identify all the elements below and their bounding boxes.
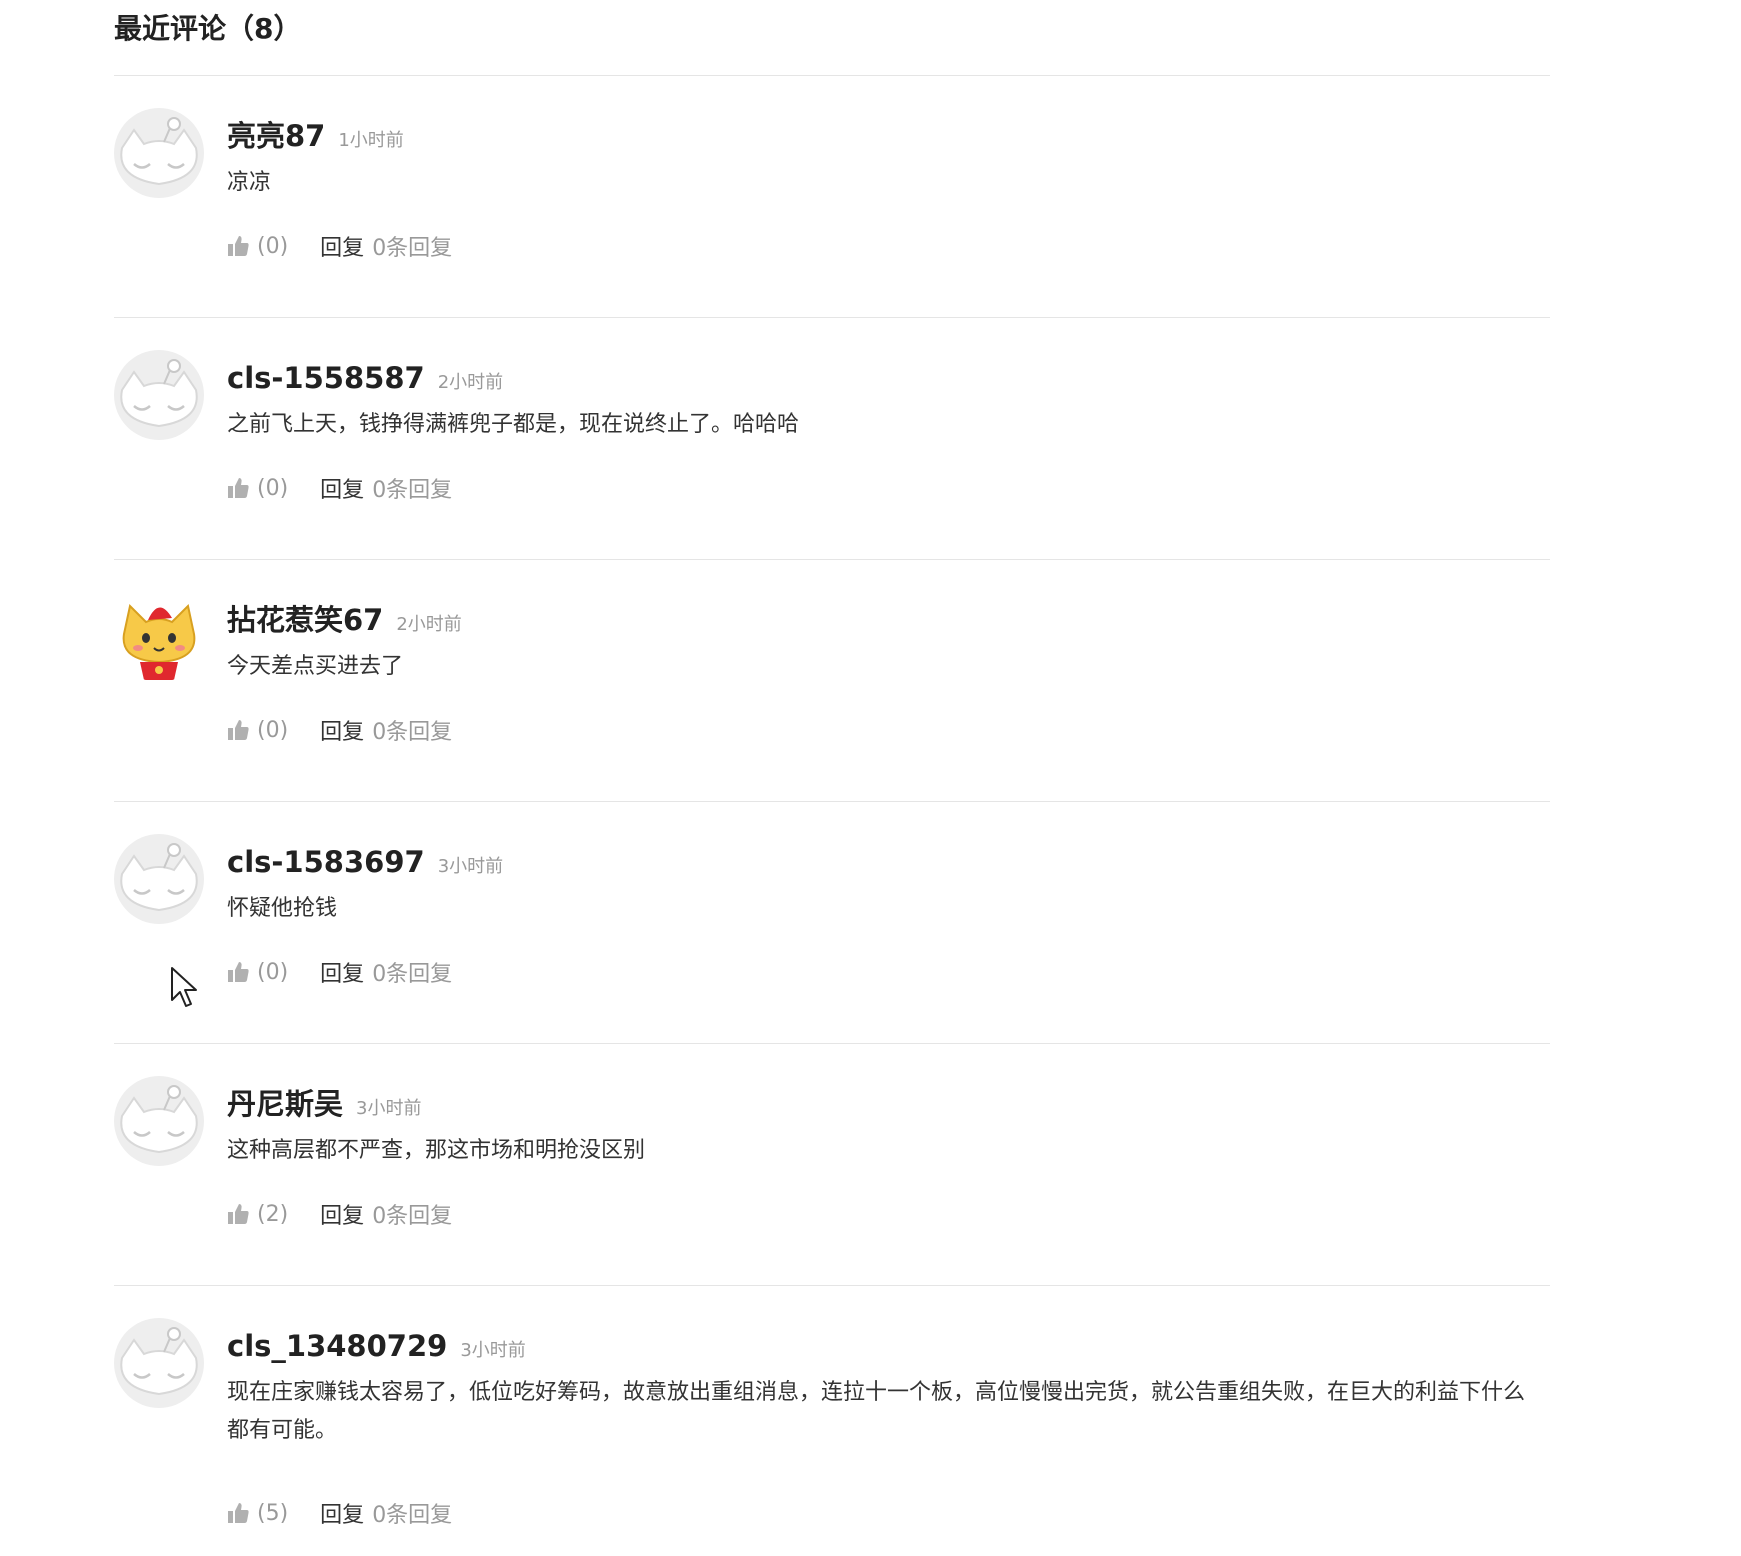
- like-count: (0): [257, 233, 289, 259]
- comment-time: 3小时前: [356, 1098, 422, 1119]
- comment-item: cls_13480729 3小时前 现在庄家赚钱太容易了，低位吃好筹码，故意放出…: [114, 1286, 1550, 1556]
- comment-time: 2小时前: [437, 372, 504, 393]
- thumbs-up-icon: [228, 962, 249, 982]
- like-count: (2): [257, 1201, 289, 1227]
- like-button[interactable]: (0): [227, 476, 288, 501]
- reply-button[interactable]: 回复: [320, 1497, 364, 1529]
- comment-username[interactable]: 丹尼斯吴: [227, 1084, 343, 1124]
- comment-body: 丹尼斯吴 3小时前 这种高层都不严查，那这市场和明抢没区别: [227, 1084, 1550, 1170]
- like-button[interactable]: (2): [227, 1202, 288, 1227]
- thumbs-up-icon: [228, 1204, 249, 1224]
- comment-text: 这种高层都不严查，那这市场和明抢没区别: [227, 1138, 646, 1163]
- like-count: (0): [257, 959, 289, 985]
- comment-username[interactable]: cls-1583697: [227, 842, 425, 882]
- like-button[interactable]: (0): [227, 718, 288, 743]
- comment-actions: (0) 回复 0条回复: [227, 957, 452, 987]
- reply-button[interactable]: 回复: [320, 714, 364, 746]
- comment-actions: (2) 回复 0条回复: [227, 1199, 452, 1229]
- comments-section: 最近评论（8） 亮亮87 1小时前 凉凉 (0) 回复 0条回复 cls-155…: [114, 0, 1550, 1556]
- section-title: 最近评论（8）: [114, 12, 302, 45]
- thumbs-up-icon: [228, 478, 249, 498]
- default-cat-avatar-icon[interactable]: [114, 350, 204, 440]
- comment-item: 丹尼斯吴 3小时前 这种高层都不严查，那这市场和明抢没区别 (2) 回复 0条回…: [114, 1044, 1550, 1286]
- comment-time: 2小时前: [396, 614, 462, 635]
- reply-button[interactable]: 回复: [320, 472, 364, 504]
- comment-header: 亮亮87 1小时前: [227, 116, 1550, 156]
- comment-actions: (0) 回复 0条回复: [227, 231, 452, 261]
- comment-header: 拈花惹笑67 2小时前: [227, 600, 1550, 640]
- comment-body: 拈花惹笑67 2小时前 今天差点买进去了: [227, 600, 1550, 686]
- comment-text: 之前飞上天，钱挣得满裤兜子都是，现在说终止了。哈哈哈: [227, 412, 800, 437]
- comment-header: cls_13480729 3小时前: [227, 1326, 1550, 1366]
- comment-username[interactable]: 亮亮87: [227, 116, 325, 156]
- comment-actions: (5) 回复 0条回复: [227, 1498, 452, 1528]
- comment-text: 今天差点买进去了: [227, 654, 404, 679]
- comment-time: 3小时前: [460, 1340, 526, 1361]
- mouse-pointer-icon: [170, 966, 200, 1012]
- comment-time: 3小时前: [437, 856, 504, 877]
- comment-item: 亮亮87 1小时前 凉凉 (0) 回复 0条回复: [114, 76, 1550, 318]
- reply-button[interactable]: 回复: [320, 230, 364, 262]
- comment-header: cls-1558587 2小时前: [227, 358, 1550, 398]
- comment-actions: (0) 回复 0条回复: [227, 715, 452, 745]
- comment-body: cls-1558587 2小时前 之前飞上天，钱挣得满裤兜子都是，现在说终止了。…: [227, 358, 1550, 444]
- thumbs-up-icon: [228, 1503, 249, 1523]
- reply-count-link[interactable]: 0条回复: [372, 472, 452, 504]
- default-cat-avatar-icon[interactable]: [114, 1318, 204, 1408]
- comment-username[interactable]: 拈花惹笑67: [227, 600, 383, 640]
- comment-body: cls_13480729 3小时前 现在庄家赚钱太容易了，低位吃好筹码，故意放出…: [227, 1326, 1550, 1450]
- reply-count-link[interactable]: 0条回复: [372, 1198, 452, 1230]
- default-cat-avatar-icon[interactable]: [114, 1076, 204, 1166]
- reply-count-link[interactable]: 0条回复: [372, 956, 452, 988]
- reply-count-link[interactable]: 0条回复: [372, 230, 452, 262]
- comment-body: cls-1583697 3小时前 怀疑他抢钱: [227, 842, 1550, 928]
- comment-text: 凉凉: [227, 170, 272, 195]
- comment-header: cls-1583697 3小时前: [227, 842, 1550, 882]
- comment-actions: (0) 回复 0条回复: [227, 473, 452, 503]
- yellow-cat-avatar-icon[interactable]: [114, 592, 204, 682]
- thumbs-up-icon: [228, 720, 249, 740]
- comment-time: 1小时前: [338, 130, 404, 151]
- comment-item: cls-1583697 3小时前 怀疑他抢钱 (0) 回复 0条回复: [114, 802, 1550, 1044]
- comment-text: 怀疑他抢钱: [227, 896, 338, 921]
- like-button[interactable]: (0): [227, 960, 288, 985]
- reply-count-link[interactable]: 0条回复: [372, 1497, 452, 1529]
- comment-username[interactable]: cls-1558587: [227, 358, 425, 398]
- comment-item: cls-1558587 2小时前 之前飞上天，钱挣得满裤兜子都是，现在说终止了。…: [114, 318, 1550, 560]
- comment-item: 拈花惹笑67 2小时前 今天差点买进去了 (0) 回复 0条回复: [114, 560, 1550, 802]
- like-button[interactable]: (5): [227, 1501, 288, 1526]
- like-count: (0): [257, 475, 289, 501]
- reply-button[interactable]: 回复: [320, 956, 364, 988]
- reply-count-link[interactable]: 0条回复: [372, 714, 452, 746]
- reply-button[interactable]: 回复: [320, 1198, 364, 1230]
- thumbs-up-icon: [228, 236, 249, 256]
- comment-header: 丹尼斯吴 3小时前: [227, 1084, 1550, 1124]
- comment-text: 现在庄家赚钱太容易了，低位吃好筹码，故意放出重组消息，连拉十一个板，高位慢慢出完…: [227, 1380, 1526, 1443]
- like-count: (5): [257, 1500, 289, 1526]
- comment-username[interactable]: cls_13480729: [227, 1326, 447, 1366]
- default-cat-avatar-icon[interactable]: [114, 834, 204, 924]
- like-button[interactable]: (0): [227, 234, 288, 259]
- like-count: (0): [257, 717, 289, 743]
- comment-body: 亮亮87 1小时前 凉凉: [227, 116, 1550, 202]
- default-cat-avatar-icon[interactable]: [114, 108, 204, 198]
